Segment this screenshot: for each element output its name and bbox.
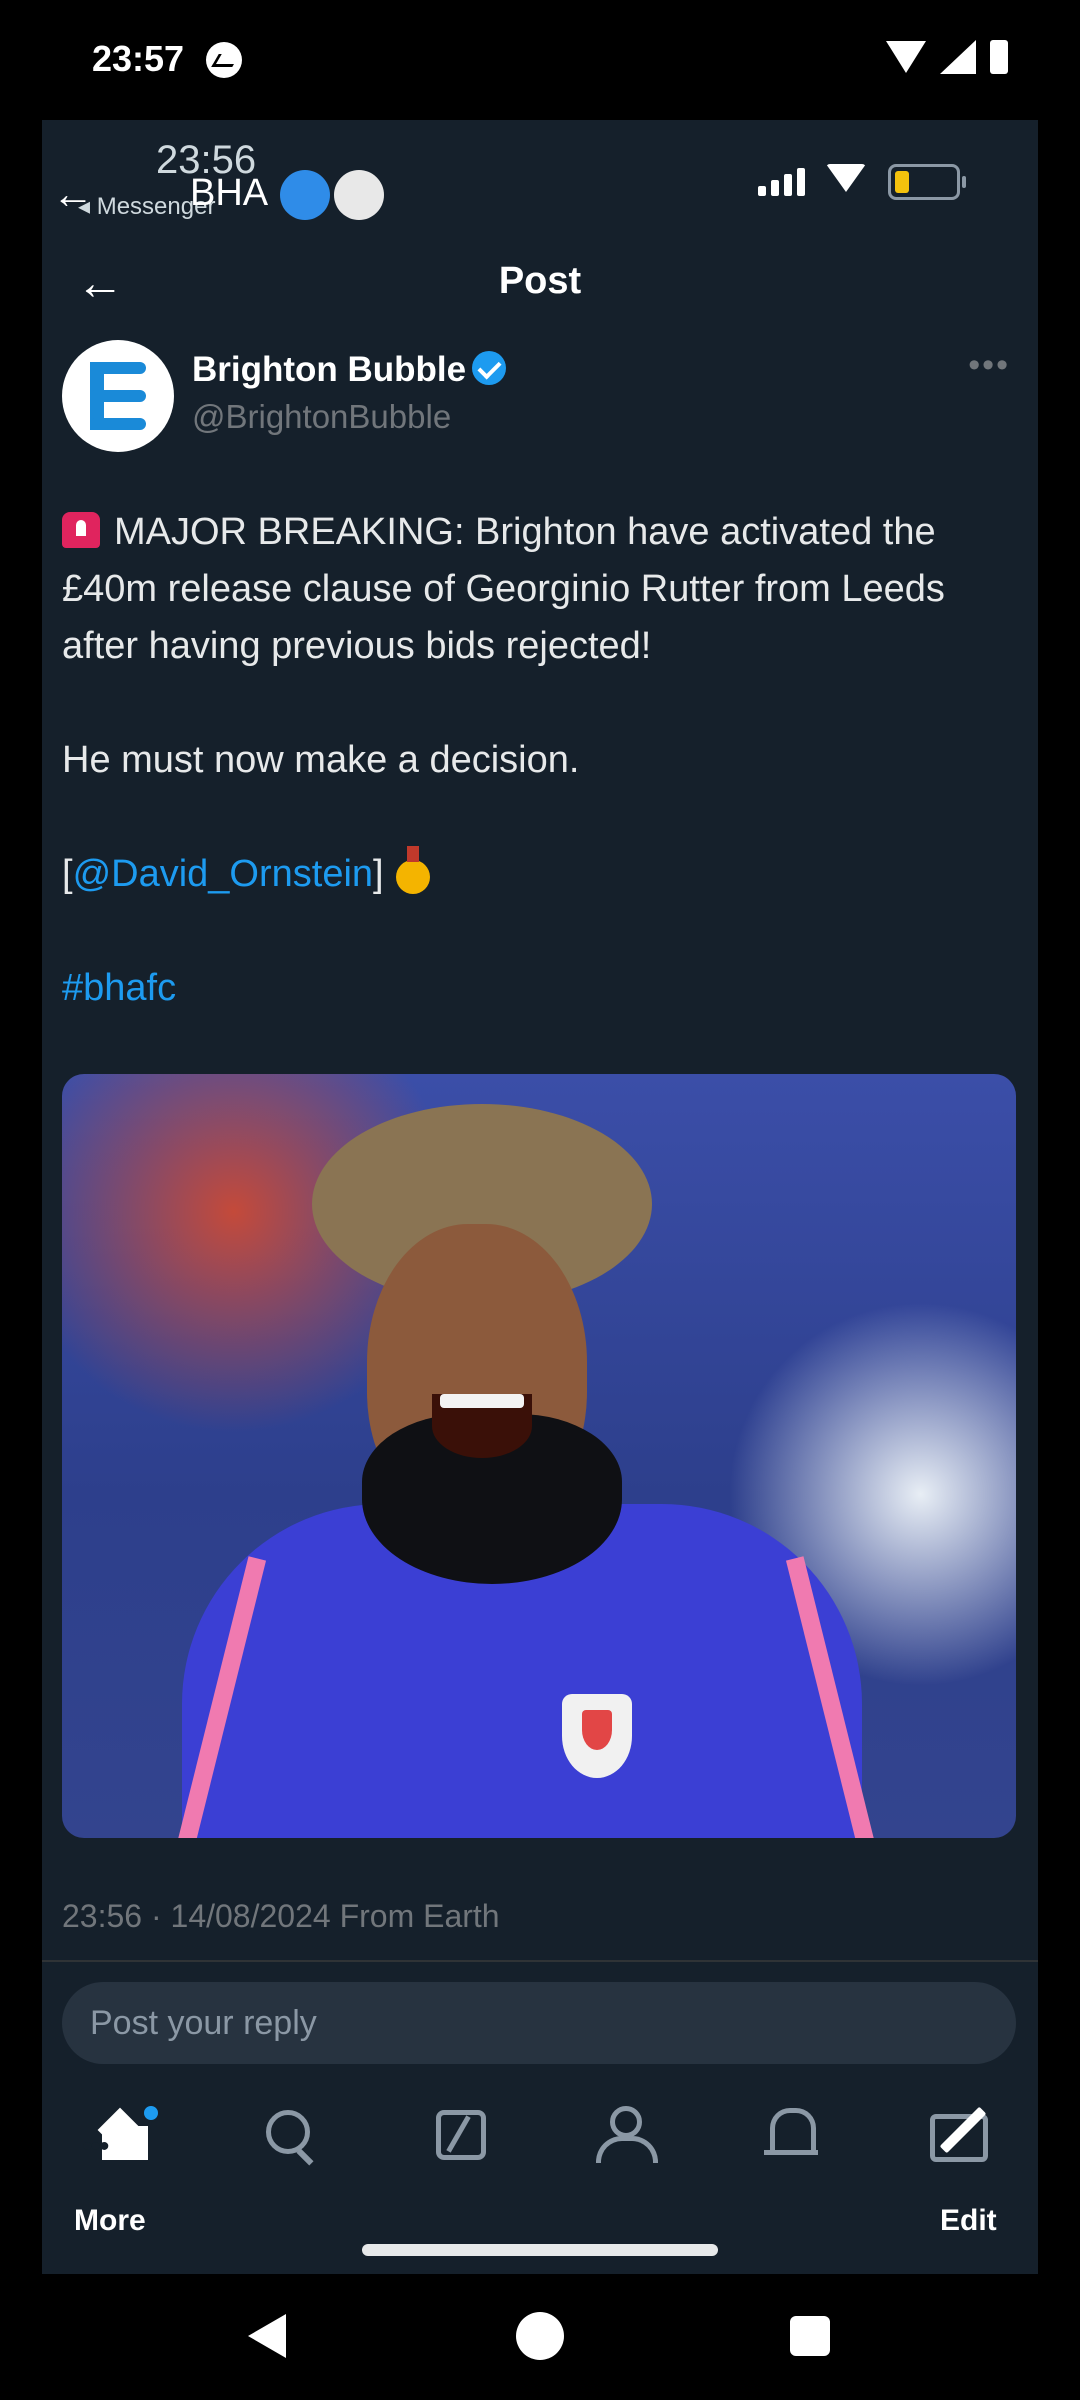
bell-icon[interactable] xyxy=(758,2100,828,2170)
white-circle-emoji xyxy=(334,170,384,220)
post-timestamp: 23:56 · 14/08/2024 From Earth xyxy=(62,1898,500,1934)
battery-icon xyxy=(888,164,966,200)
post-source-line: [@David_Ornstein] xyxy=(62,846,1022,903)
notification-dot xyxy=(142,2104,160,2122)
more-label[interactable]: More xyxy=(74,2204,146,2238)
mention-link[interactable]: @David_Ornstein xyxy=(73,853,373,895)
communities-icon[interactable] xyxy=(590,2100,660,2170)
screenshot-frame: ← 23:56 ◂ Messenger BHA ← Post Brighton … xyxy=(42,120,1038,2274)
avatar[interactable] xyxy=(62,340,174,452)
messenger-icon xyxy=(206,42,242,78)
reply-placeholder: Post your reply xyxy=(90,2004,317,2042)
chat-title: BHA xyxy=(190,172,269,214)
page-title: Post xyxy=(498,260,582,302)
grok-icon[interactable] xyxy=(426,2100,496,2170)
inner-status-bar: ← 23:56 ◂ Messenger BHA xyxy=(42,120,1038,240)
nav-back-icon[interactable] xyxy=(248,2314,286,2358)
nav-recents-icon[interactable] xyxy=(790,2316,830,2356)
wifi-icon xyxy=(886,41,926,73)
post-line-2: He must now make a decision. xyxy=(62,739,580,781)
author-handle[interactable]: @BrightonBubble xyxy=(192,398,451,436)
home-icon[interactable]: ••• xyxy=(82,2100,160,2170)
system-nav-bar xyxy=(0,2274,1080,2400)
signal-icon xyxy=(940,40,976,74)
more-icon[interactable]: ••• xyxy=(968,346,1010,385)
signal-icon xyxy=(758,168,805,196)
brighton-bubble-logo xyxy=(90,362,146,430)
battery-icon xyxy=(990,40,1008,74)
verified-icon xyxy=(472,351,507,385)
system-time: 23:57 xyxy=(92,38,185,79)
author-name-text: Brighton Bubble xyxy=(192,350,467,389)
post-image[interactable] xyxy=(62,1074,1016,1838)
hashtag-link[interactable]: #bhafc xyxy=(62,967,176,1009)
messages-icon[interactable] xyxy=(924,2100,994,2170)
home-indicator[interactable] xyxy=(362,2244,718,2256)
divider xyxy=(42,1960,1038,1962)
system-status-bar: 23:57 xyxy=(0,0,1080,120)
nav-home-icon[interactable] xyxy=(516,2312,564,2360)
wifi-icon xyxy=(826,164,866,192)
club-crest xyxy=(562,1694,632,1778)
post-text: MAJOR BREAKING: Brighton have activated … xyxy=(62,504,1022,1017)
search-icon[interactable] xyxy=(256,2100,326,2170)
reply-input[interactable]: Post your reply xyxy=(62,1982,1016,2064)
siren-emoji xyxy=(62,512,100,548)
author-name[interactable]: Brighton Bubble xyxy=(192,350,507,390)
edit-label[interactable]: Edit xyxy=(940,2204,997,2238)
post-line-1: MAJOR BREAKING: Brighton have activated … xyxy=(62,511,945,667)
medal-emoji xyxy=(395,846,430,894)
blue-circle-emoji xyxy=(280,170,330,220)
system-indicators xyxy=(886,40,1008,74)
